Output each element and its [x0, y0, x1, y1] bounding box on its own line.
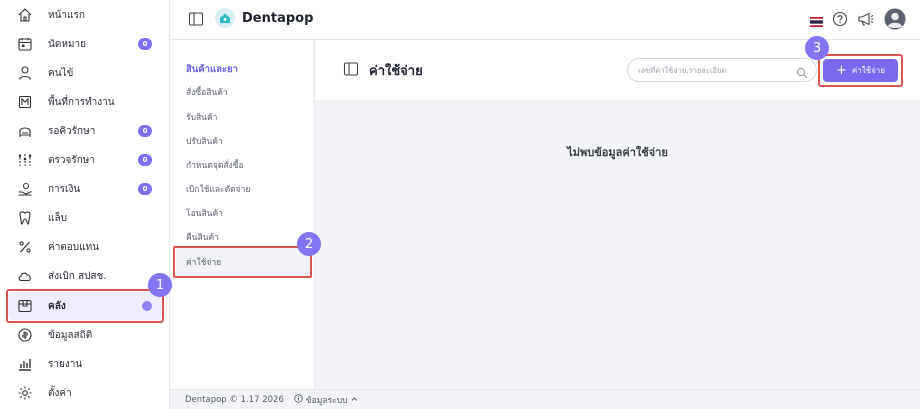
dentapop-logo-icon: [215, 8, 235, 28]
treatment-icon: [16, 151, 34, 169]
highlight-box-step-3: [818, 54, 903, 87]
submenu-item-adjust[interactable]: ปรับสินค้า: [186, 134, 223, 148]
chevron-up-icon: [351, 395, 358, 405]
nav-item-lab[interactable]: แล็บ: [8, 204, 162, 232]
nav-label: คนไข้: [48, 67, 74, 79]
nav-item-settings[interactable]: ตั้งค่า: [8, 379, 162, 407]
step-marker-2: 2: [297, 232, 321, 256]
nav-label: หน้าแรก: [48, 9, 85, 21]
nav-item-compensation[interactable]: ค่าตอบแทน: [8, 233, 162, 261]
app-window: หน้าแรก นัดหมาย 0 คนไข้ พื้นที่การทำงาน …: [0, 0, 920, 409]
announcement-icon[interactable]: [857, 11, 875, 31]
nav-label: นัดหมาย: [48, 38, 86, 50]
thai-flag-icon[interactable]: [810, 12, 823, 31]
system-info-link[interactable]: ข้อมูลระบบ: [294, 393, 358, 407]
nav-item-statistics[interactable]: ข้อมูลสถิติ: [8, 321, 162, 349]
nav-item-workspace[interactable]: พื้นที่การทำงาน: [8, 88, 162, 116]
info-icon: [294, 393, 303, 406]
sidebar-toggle-icon[interactable]: [188, 11, 204, 31]
nav-label: ส่งเบิก สปสช.: [48, 270, 107, 282]
nav-item-queue[interactable]: รอคิวรักษา 0: [8, 117, 162, 145]
system-info-label: ข้อมูลระบบ: [305, 395, 348, 406]
help-icon[interactable]: [832, 11, 848, 31]
page-title: ค่าใช้จ่าย: [369, 64, 423, 79]
tooth-icon: [16, 209, 34, 227]
nav-label: ตั้งค่า: [48, 387, 72, 399]
avatar[interactable]: [884, 8, 906, 34]
content-area: ไม่พบข้อมูลค่าใช้จ่าย: [315, 100, 920, 389]
nav-item-treatment[interactable]: ตรวจรักษา 0: [8, 146, 162, 174]
nav-label: ข้อมูลสถิติ: [48, 329, 93, 341]
submenu-item-withdraw[interactable]: เบิกใช้และตัดจ่าย: [186, 182, 250, 196]
nav-label: พื้นที่การทำงาน: [48, 96, 115, 108]
nav-label: ค่าตอบแทน: [48, 241, 100, 253]
page-header: ค่าใช้จ่าย + ค่าใช้จ่าย: [315, 40, 920, 100]
main-sidebar: หน้าแรก นัดหมาย 0 คนไข้ พื้นที่การทำงาน …: [0, 0, 170, 409]
percent-icon: [16, 238, 34, 256]
calendar-icon: [16, 35, 34, 53]
empty-state-message: ไม่พบข้อมูลค่าใช้จ่าย: [567, 146, 668, 159]
workspace-icon: [16, 93, 34, 111]
nav-item-claim[interactable]: ส่งเบิก สปสช.: [8, 262, 162, 290]
nav-label: แล็บ: [48, 212, 67, 224]
nav-item-report[interactable]: รายงาน: [8, 350, 162, 378]
version-text: Dentapop © 1.17 2026: [185, 394, 284, 405]
highlight-box-step-2: [173, 246, 312, 278]
count-badge: 0: [138, 125, 152, 137]
nav-label: การเงิน: [48, 183, 81, 195]
report-icon: [16, 355, 34, 373]
page-title-group: ค่าใช้จ่าย: [343, 60, 423, 81]
nav-item-home[interactable]: หน้าแรก: [8, 1, 162, 29]
highlight-box-step-1: [6, 289, 164, 323]
nav-label: รายงาน: [48, 358, 83, 370]
top-bar: Dentapop: [170, 0, 920, 40]
inventory-submenu: สินค้าและยา สั่งซื้อสินค้า รับสินค้า ปรั…: [170, 40, 315, 389]
search-icon[interactable]: [796, 64, 808, 83]
step-marker-1: 1: [148, 273, 172, 297]
submenu-item-receive[interactable]: รับสินค้า: [186, 110, 217, 124]
step-marker-3: 3: [805, 36, 829, 60]
nav-item-appointment[interactable]: นัดหมาย 0: [8, 30, 162, 58]
queue-icon: [16, 122, 34, 140]
footer: Dentapop © 1.17 2026 ข้อมูลระบบ: [170, 389, 920, 409]
count-badge: 0: [138, 154, 152, 166]
nav-label: ตรวจรักษา: [48, 154, 95, 166]
count-badge: 0: [138, 183, 152, 195]
top-bar-actions: [810, 8, 906, 34]
search-box[interactable]: [627, 58, 817, 82]
settings-icon: [16, 384, 34, 402]
nav-label: รอคิวรักษา: [48, 125, 96, 137]
submenu-heading: สินค้าและยา: [186, 64, 238, 75]
home-icon: [16, 6, 34, 24]
cloud-icon: [16, 267, 34, 285]
nav-item-patient[interactable]: คนไข้: [8, 59, 162, 87]
nav-item-payment[interactable]: การเงิน 0: [8, 175, 162, 203]
brand: Dentapop: [215, 8, 313, 28]
app-name: Dentapop: [242, 10, 314, 26]
submenu-item-return[interactable]: คืนสินค้า: [186, 230, 219, 244]
payment-icon: [16, 180, 34, 198]
search-input[interactable]: [638, 65, 793, 75]
submenu-item-purchase-order[interactable]: สั่งซื้อสินค้า: [186, 85, 228, 99]
submenu-item-reorder-point[interactable]: กำหนดจุดสั่งซื้อ: [186, 158, 244, 172]
submenu-item-transfer[interactable]: โอนสินค้า: [186, 206, 223, 220]
panel-icon: [343, 61, 359, 81]
count-badge: 0: [138, 38, 152, 50]
user-icon: [16, 64, 34, 82]
statistics-icon: [16, 326, 34, 344]
